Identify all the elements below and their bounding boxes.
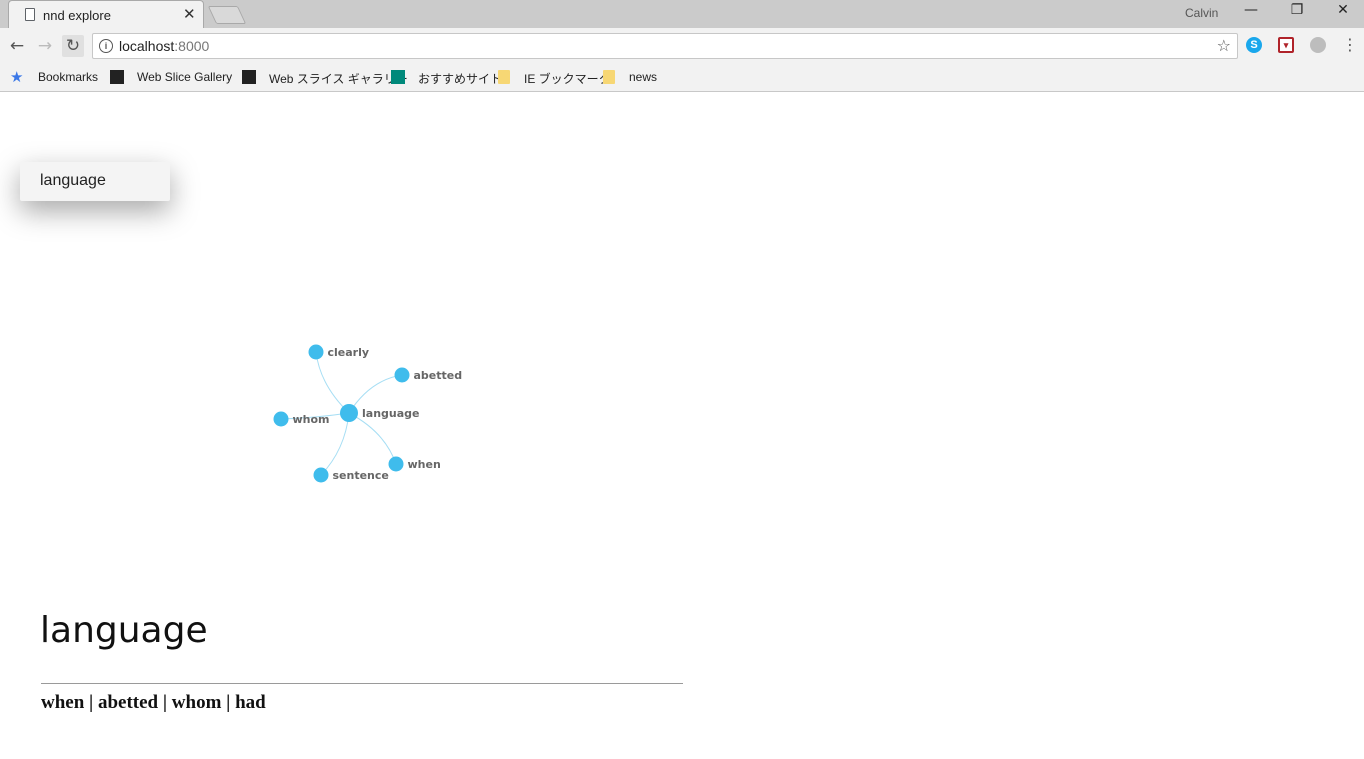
graph-node-clearly[interactable] (308, 344, 324, 360)
graph-node-label-whom: whom (293, 413, 330, 426)
graph-node-label-sentence: sentence (333, 469, 389, 482)
graph-node-whom[interactable] (273, 411, 289, 427)
graph-nodes: clearly abetted whom when sentence language (273, 344, 463, 483)
graph-edge-clearly (315, 351, 350, 414)
graph-node-when[interactable] (388, 456, 404, 472)
graph-edge-when (348, 412, 397, 465)
related-words: when | abetted | whom | had (41, 692, 266, 713)
graph-node-label-when: when (408, 458, 441, 471)
graph-node-label-abetted: abetted (414, 369, 463, 382)
graph-node-label-language: language (362, 407, 420, 420)
page-title: language (40, 610, 208, 651)
graph-node-label-clearly: clearly (328, 346, 370, 359)
graph-center-node-language[interactable] (340, 404, 358, 422)
divider (41, 683, 683, 684)
graph-node-sentence[interactable] (313, 467, 329, 483)
graph-node-abetted[interactable] (394, 367, 410, 383)
